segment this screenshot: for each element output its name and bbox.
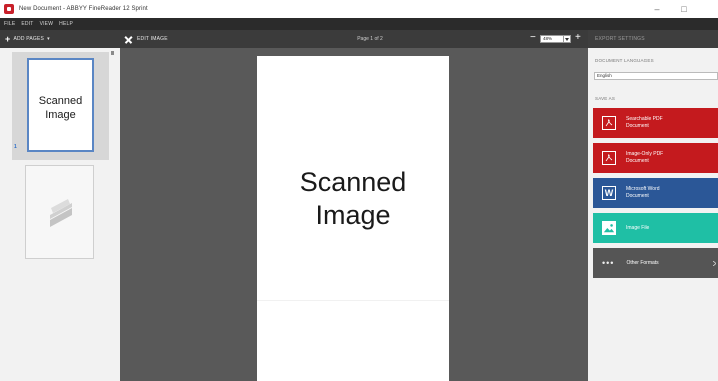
export-settings-header: EXPORT SETTINGS [588, 30, 718, 48]
page-indicator: Page 1 of 2 [357, 36, 383, 42]
pdf-icon [602, 116, 616, 130]
image-only-pdf-button[interactable]: Image-Only PDF Document [593, 143, 718, 173]
page-thumbnail-1[interactable]: Scanned Image [27, 58, 94, 152]
page-content-text: Scanned Image [257, 166, 449, 232]
plus-icon: + [5, 34, 11, 44]
zoom-in-button[interactable]: + [575, 33, 581, 43]
app-icon [4, 4, 14, 14]
page-divider [257, 300, 449, 301]
image-file-button[interactable]: Image File [593, 213, 718, 243]
edit-image-icon [124, 35, 133, 44]
export-panel: DOCUMENT LANGUAGES English SAVE AS Searc… [588, 48, 718, 381]
page-text-line2: Image [315, 200, 391, 230]
image-only-pdf-label: Image-Only PDF Document [626, 151, 664, 164]
minimize-button[interactable]: – [648, 2, 666, 16]
searchable-pdf-button[interactable]: Searchable PDF Document [593, 108, 718, 138]
more-icon: ••• [602, 258, 615, 268]
thumbnail-page-number: 1 [14, 144, 17, 150]
add-pages-label: ADD PAGES [13, 36, 45, 42]
other-formats-button[interactable]: ••• Other Formats [593, 248, 718, 278]
zoom-select[interactable]: 48% [540, 35, 564, 43]
scanner-icon [50, 199, 72, 227]
chevron-down-icon: ▾ [47, 36, 50, 42]
thumbnail-text-line1: Scanned [38, 95, 83, 107]
thumbnail-panel: Scanned Image 1 [0, 48, 120, 381]
menu-help[interactable]: HELP [59, 21, 73, 27]
chevron-right-icon [713, 261, 716, 266]
thumbnail-text: Scanned Image [29, 94, 92, 122]
microsoft-word-button[interactable]: W Microsoft Word Document [593, 178, 718, 208]
menu-edit[interactable]: EDIT [21, 21, 33, 27]
menu-view[interactable]: VIEW [40, 21, 54, 27]
image-icon [602, 221, 616, 235]
add-pages-button[interactable]: + ADD PAGES ▾ [5, 30, 50, 48]
menu-file[interactable]: FILE [4, 21, 15, 27]
save-as-label: SAVE AS [595, 96, 616, 101]
language-select[interactable]: English [594, 72, 718, 80]
searchable-pdf-label: Searchable PDF Document [626, 116, 663, 129]
document-viewer: Scanned Image [120, 48, 588, 381]
thumbnail-scrollbar[interactable] [111, 51, 114, 55]
word-icon: W [602, 186, 616, 200]
maximize-button[interactable]: □ [675, 2, 693, 16]
microsoft-word-label: Microsoft Word Document [626, 186, 660, 199]
pdf-icon [602, 151, 616, 165]
page-thumbnail-2[interactable] [25, 165, 94, 259]
zoom-dropdown-icon[interactable] [563, 35, 571, 43]
window-title: New Document - ABBYY FineReader 12 Sprin… [19, 6, 148, 12]
document-page[interactable]: Scanned Image [257, 56, 449, 381]
zoom-out-button[interactable]: − [530, 33, 536, 43]
image-file-label: Image File [626, 224, 650, 231]
other-formats-label: Other Formats [626, 259, 659, 266]
edit-image-label: EDIT IMAGE [137, 36, 168, 42]
title-bar: New Document - ABBYY FineReader 12 Sprin… [0, 0, 718, 18]
page-text-line1: Scanned [299, 167, 407, 197]
language-label: DOCUMENT LANGUAGES [595, 58, 654, 63]
menu-bar: FILE EDIT VIEW HELP [0, 18, 718, 30]
edit-image-button[interactable]: EDIT IMAGE [124, 30, 168, 48]
thumbnail-text-line2: Image [45, 109, 76, 121]
